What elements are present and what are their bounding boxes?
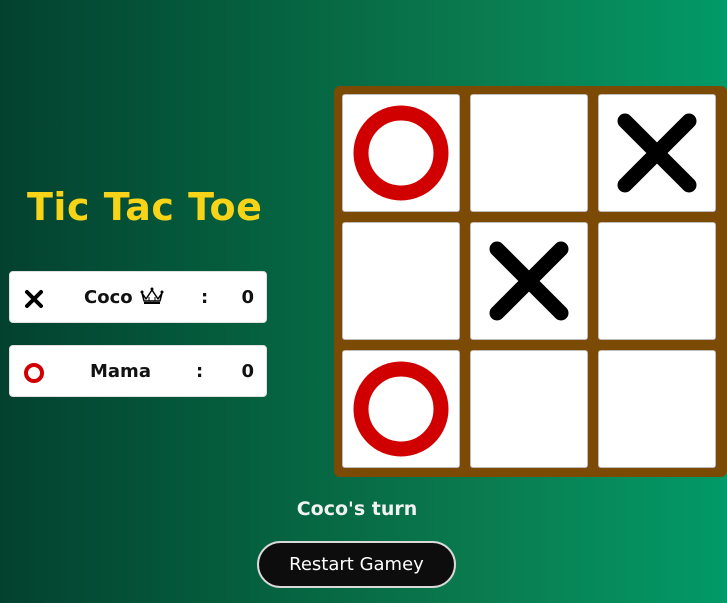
score-separator: : <box>196 361 204 382</box>
o-mark-icon <box>24 363 44 383</box>
o-mark-icon <box>353 361 449 457</box>
board-cell-9[interactable] <box>598 350 716 468</box>
o-mark-icon <box>353 105 449 201</box>
board-cell-6[interactable] <box>598 222 716 340</box>
restart-button[interactable]: Restart Gamey <box>257 541 456 588</box>
board-cell-3[interactable] <box>598 94 716 212</box>
player-score-card-coco: Coco : 0 <box>9 271 267 323</box>
game-title: Tic Tac Toe <box>27 185 263 229</box>
board-cell-5[interactable] <box>470 222 588 340</box>
crown-icon <box>140 287 164 304</box>
game-board <box>334 86 727 477</box>
x-mark-icon <box>25 290 43 308</box>
player-score: 0 <box>241 287 254 308</box>
score-separator: : <box>201 287 209 308</box>
player-score: 0 <box>241 361 254 382</box>
board-cell-8[interactable] <box>470 350 588 468</box>
board-cell-2[interactable] <box>470 94 588 212</box>
turn-status: Coco's turn <box>296 498 418 520</box>
board-cell-1[interactable] <box>342 94 460 212</box>
x-mark-icon <box>617 113 697 193</box>
player-name: Mama <box>90 361 151 382</box>
x-mark-icon <box>489 241 569 321</box>
player-name: Coco <box>84 287 133 308</box>
board-cell-7[interactable] <box>342 350 460 468</box>
board-cell-4[interactable] <box>342 222 460 340</box>
player-score-card-mama: Mama : 0 <box>9 345 267 397</box>
